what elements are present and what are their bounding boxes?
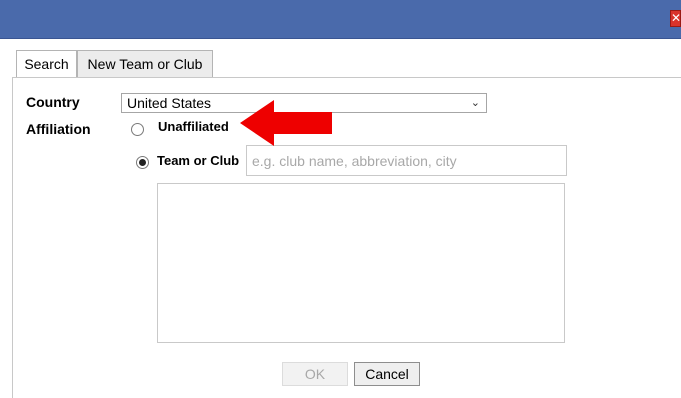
ok-button[interactable]: OK: [282, 362, 348, 386]
red-arrow-annotation-icon: [240, 100, 332, 146]
tab-search[interactable]: Search: [16, 50, 77, 78]
cancel-button[interactable]: Cancel: [354, 362, 420, 386]
affiliation-label: Affiliation: [26, 121, 91, 137]
unaffiliated-radio[interactable]: [131, 123, 144, 136]
team-or-club-radio[interactable]: [136, 156, 149, 169]
tab-panel-border: [12, 77, 681, 78]
chevron-down-icon: ⌄: [470, 97, 480, 109]
team-search-input[interactable]: [246, 145, 567, 176]
close-icon[interactable]: ✕: [670, 10, 681, 27]
tab-new-team-or-club[interactable]: New Team or Club: [77, 50, 213, 77]
unaffiliated-radio-label[interactable]: Unaffiliated: [158, 119, 229, 134]
dialog-title-bar[interactable]: [0, 0, 681, 39]
team-or-club-radio-label[interactable]: Team or Club: [157, 153, 239, 168]
team-results-list[interactable]: [157, 183, 565, 343]
tab-panel-border-left: [12, 77, 13, 398]
country-label: Country: [26, 94, 80, 110]
country-select-value: United States: [127, 95, 212, 111]
